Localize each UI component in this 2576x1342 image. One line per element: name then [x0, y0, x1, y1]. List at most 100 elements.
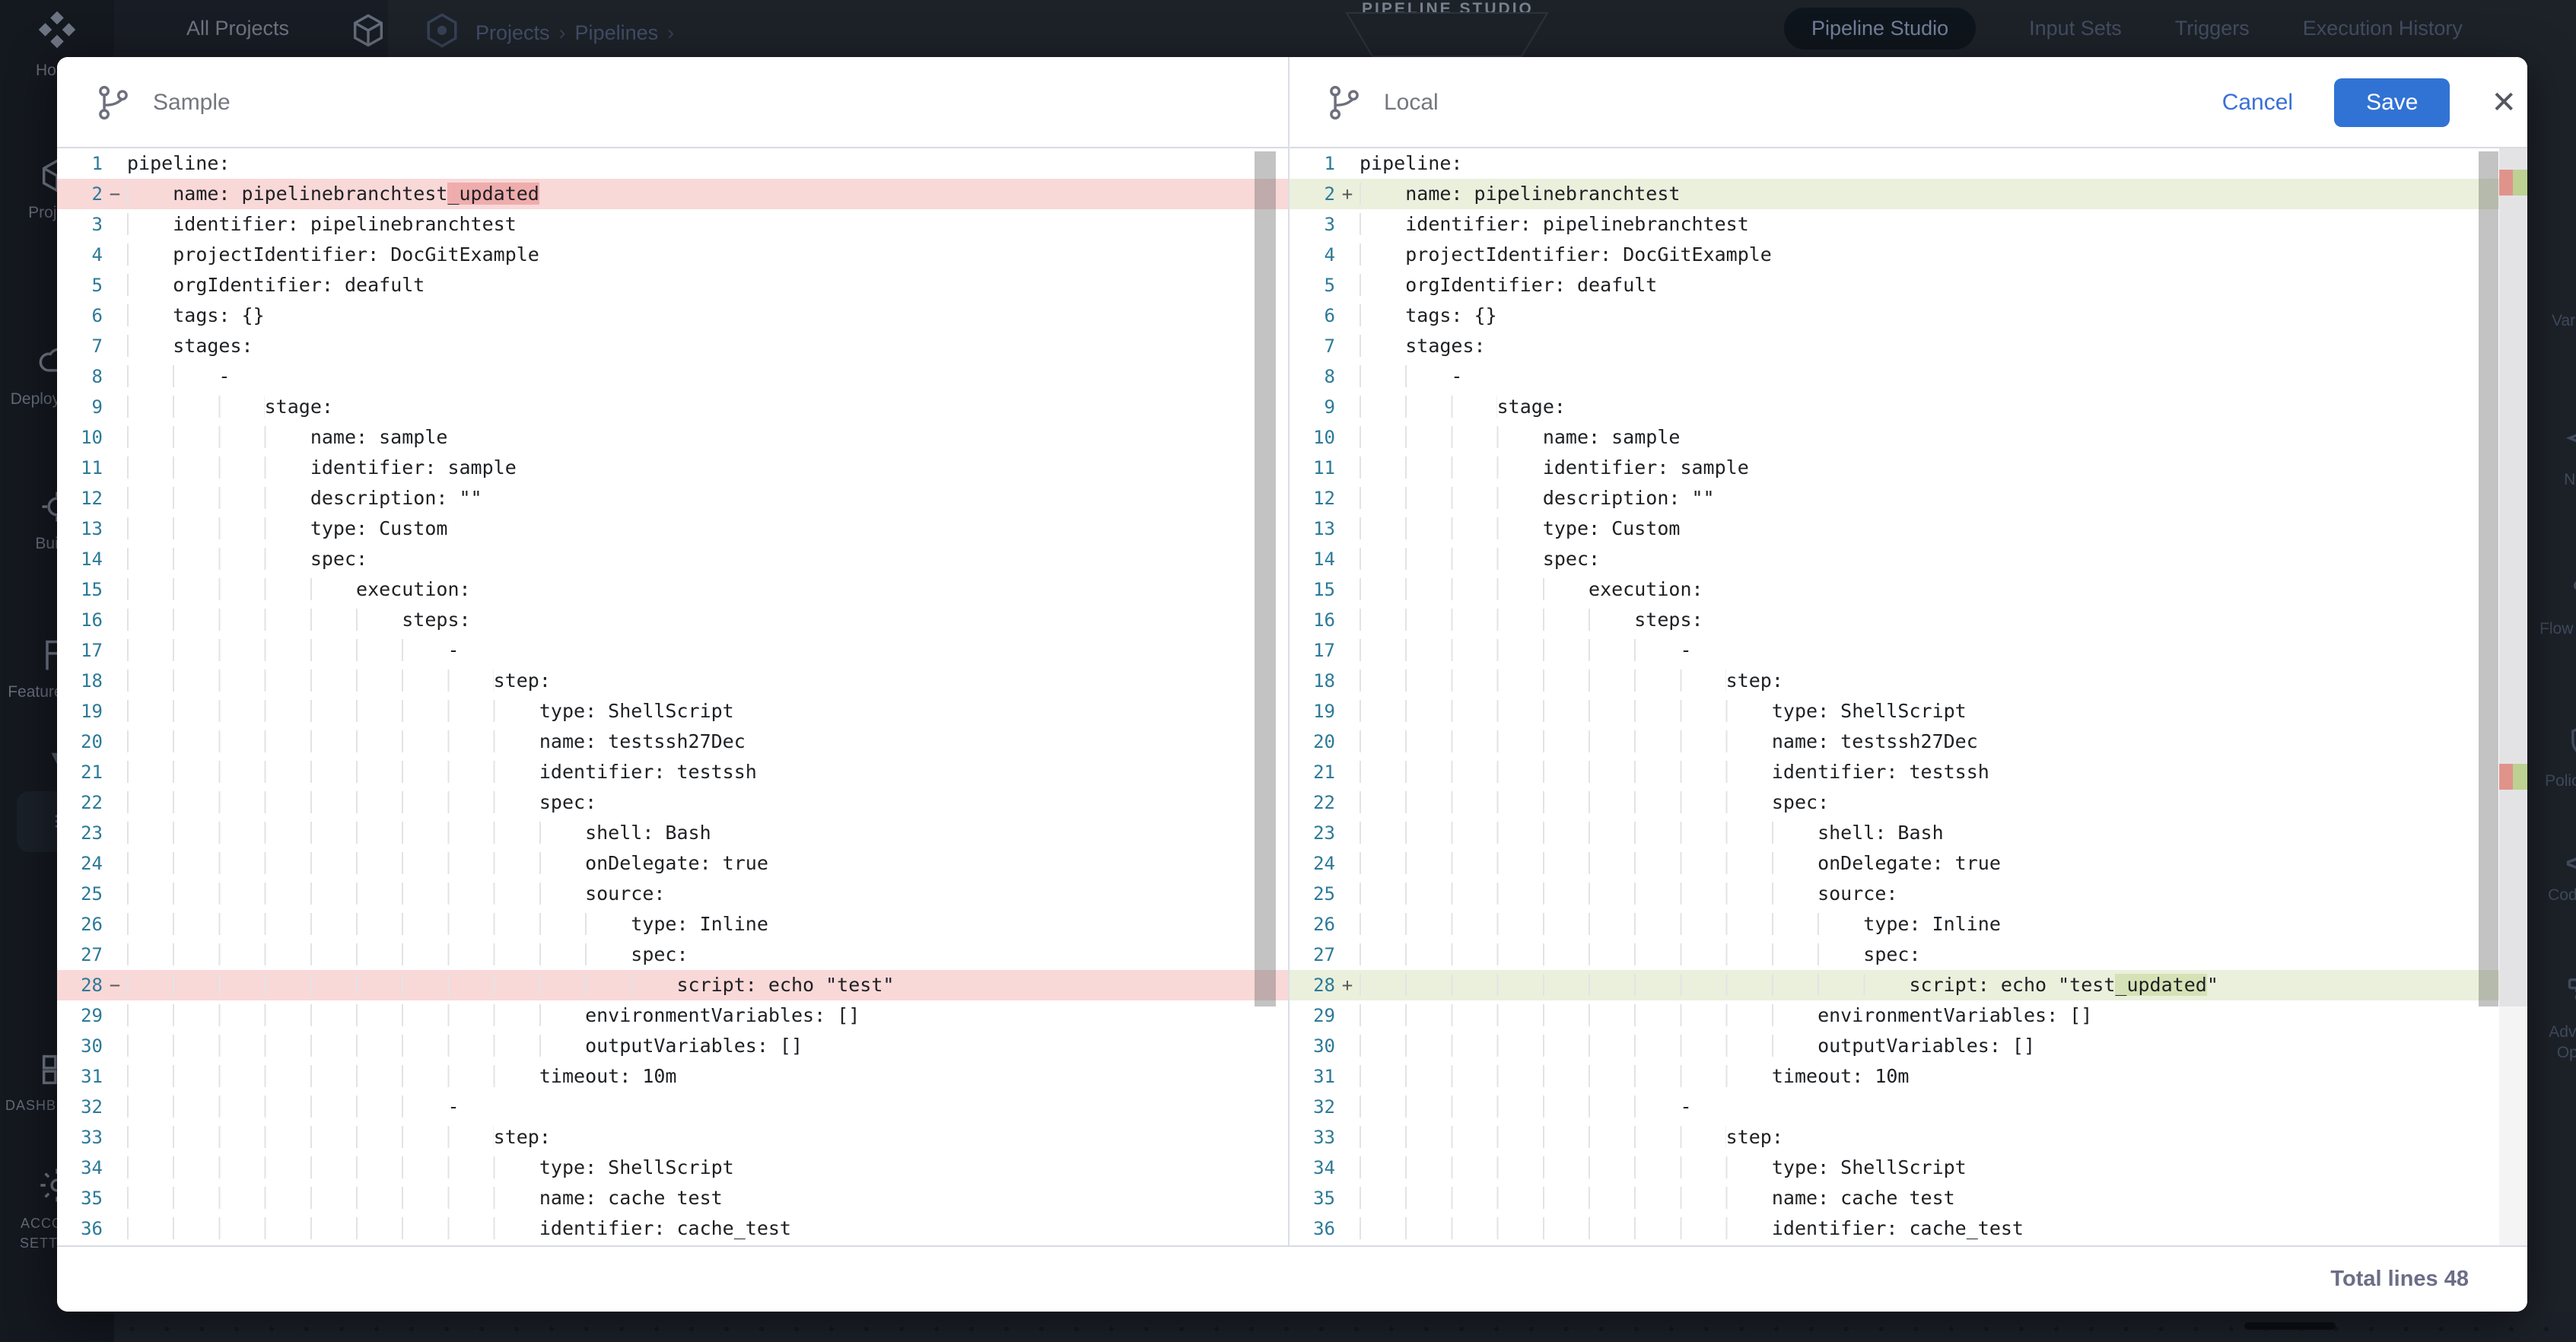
diff-row: 13 type: Custom [57, 514, 1288, 544]
diff-marker [1335, 392, 1360, 422]
total-lines-label: Total lines 48 [2330, 1267, 2469, 1292]
diff-marker [1335, 757, 1360, 787]
line-number: 18 [57, 666, 103, 696]
left-editor-scrollbar[interactable] [1255, 151, 1276, 1006]
code-line: script: echo "test_updated" [1360, 970, 2218, 1000]
indent-guides [127, 1096, 447, 1118]
line-number: 16 [1290, 605, 1335, 635]
line-number: 35 [57, 1183, 103, 1213]
line-number: 6 [1290, 301, 1335, 331]
code-line: name: pipelinebranchtest_updated [127, 179, 539, 209]
line-number: 27 [57, 940, 103, 970]
code-line: name: testssh27Dec [1360, 727, 1978, 757]
indent-guides [127, 548, 310, 570]
diff-marker [1335, 666, 1360, 696]
diff-row: 25 source: [57, 879, 1288, 909]
code-line: spec: [1360, 787, 1829, 818]
modal-header: Sample Local Cancel Save ✕ [57, 57, 2527, 148]
indent-guides [127, 1126, 494, 1148]
diff-row: 22 spec: [57, 787, 1288, 818]
diff-row: 26 type: Inline [57, 909, 1288, 940]
diff-marker [103, 757, 127, 787]
diff-marker [103, 544, 127, 574]
line-number: 22 [1290, 787, 1335, 818]
diff-row: 16 steps: [1290, 605, 2527, 635]
diff-row: 24 onDelegate: true [57, 848, 1288, 879]
code-line: steps: [1360, 605, 1703, 635]
diff-row: 35 name: cache test [1290, 1183, 2527, 1213]
diff-row: 8 - [57, 361, 1288, 392]
code-line: stage: [1360, 392, 1566, 422]
code-line: description: "" [1360, 483, 1715, 514]
right-code-editor[interactable]: 1pipeline:2+ name: pipelinebranchtest3 i… [1290, 148, 2527, 1245]
indent-guides [1360, 1096, 1680, 1118]
code-line: tags: {} [1360, 301, 1497, 331]
line-number: 24 [57, 848, 103, 879]
diff-row: 29 environmentVariables: [] [57, 1000, 1288, 1031]
line-number: 21 [1290, 757, 1335, 787]
code-line: projectIdentifier: DocGitExample [127, 240, 539, 270]
line-number: 12 [57, 483, 103, 514]
diff-row: 32 - [1290, 1092, 2527, 1122]
left-diff-title: Sample [94, 57, 231, 148]
diff-marker [103, 635, 127, 666]
left-code-editor[interactable]: 1pipeline:2− name: pipelinebranchtest_up… [57, 148, 1288, 1245]
code-line: environmentVariables: [] [127, 1000, 860, 1031]
word-diff-highlight: _updated [447, 183, 539, 205]
editor-divider [1288, 57, 1290, 1245]
code-line: orgIdentifier: deafult [1360, 270, 1657, 301]
diff-row: 4 projectIdentifier: DocGitExample [57, 240, 1288, 270]
diff-row: 5 orgIdentifier: deafult [1290, 270, 2527, 301]
line-number: 29 [1290, 1000, 1335, 1031]
diff-row: 18 step: [1290, 666, 2527, 696]
diff-row: 6 tags: {} [57, 301, 1288, 331]
line-number: 5 [57, 270, 103, 301]
diff-row: 28+ script: echo "test_updated" [1290, 970, 2527, 1000]
close-icon[interactable]: ✕ [2491, 87, 2517, 118]
line-number: 25 [57, 879, 103, 909]
indent-guides [127, 791, 539, 813]
diff-row: 2+ name: pipelinebranchtest [1290, 179, 2527, 209]
indent-guides [1360, 365, 1451, 387]
diff-row: 10 name: sample [1290, 422, 2527, 453]
indent-guides [127, 1187, 539, 1209]
code-line: stages: [127, 331, 253, 361]
diff-marker [103, 940, 127, 970]
code-line: timeout: 10m [127, 1061, 676, 1092]
line-number: 36 [57, 1213, 103, 1244]
diff-row: 15 execution: [1290, 574, 2527, 605]
diff-row: 36 identifier: cache_test [57, 1213, 1288, 1244]
diff-marker [1335, 1122, 1360, 1153]
code-line: description: "" [127, 483, 482, 514]
indent-guides [1360, 791, 1772, 813]
diff-row: 14 spec: [57, 544, 1288, 574]
diff-row: 33 step: [57, 1122, 1288, 1153]
diff-row: 28− script: echo "test" [57, 970, 1288, 1000]
line-number: 9 [57, 392, 103, 422]
line-number: 18 [1290, 666, 1335, 696]
indent-guides [1360, 548, 1543, 570]
indent-guides [127, 1156, 539, 1178]
diff-marker [1335, 605, 1360, 635]
code-line: type: ShellScript [127, 1153, 734, 1183]
right-editor-scrollbar[interactable] [2479, 151, 2498, 1006]
code-line: outputVariables: [] [127, 1031, 803, 1061]
code-line: stages: [1360, 331, 1486, 361]
line-number: 34 [57, 1153, 103, 1183]
line-number: 10 [1290, 422, 1335, 453]
code-line: type: ShellScript [127, 696, 734, 727]
diff-marker [103, 240, 127, 270]
diff-row: 34 type: ShellScript [57, 1153, 1288, 1183]
diff-marker [103, 909, 127, 940]
indent-guides [127, 700, 539, 722]
line-number: 4 [57, 240, 103, 270]
diff-marker [1335, 1031, 1360, 1061]
diff-marker: − [103, 970, 127, 1000]
indent-guides [127, 335, 173, 357]
code-line: identifier: sample [1360, 453, 1749, 483]
save-button[interactable]: Save [2334, 78, 2450, 127]
diff-marker [103, 1213, 127, 1244]
cancel-button[interactable]: Cancel [2222, 90, 2293, 116]
diff-row: 1pipeline: [57, 148, 1288, 179]
code-line: identifier: testssh [1360, 757, 1989, 787]
